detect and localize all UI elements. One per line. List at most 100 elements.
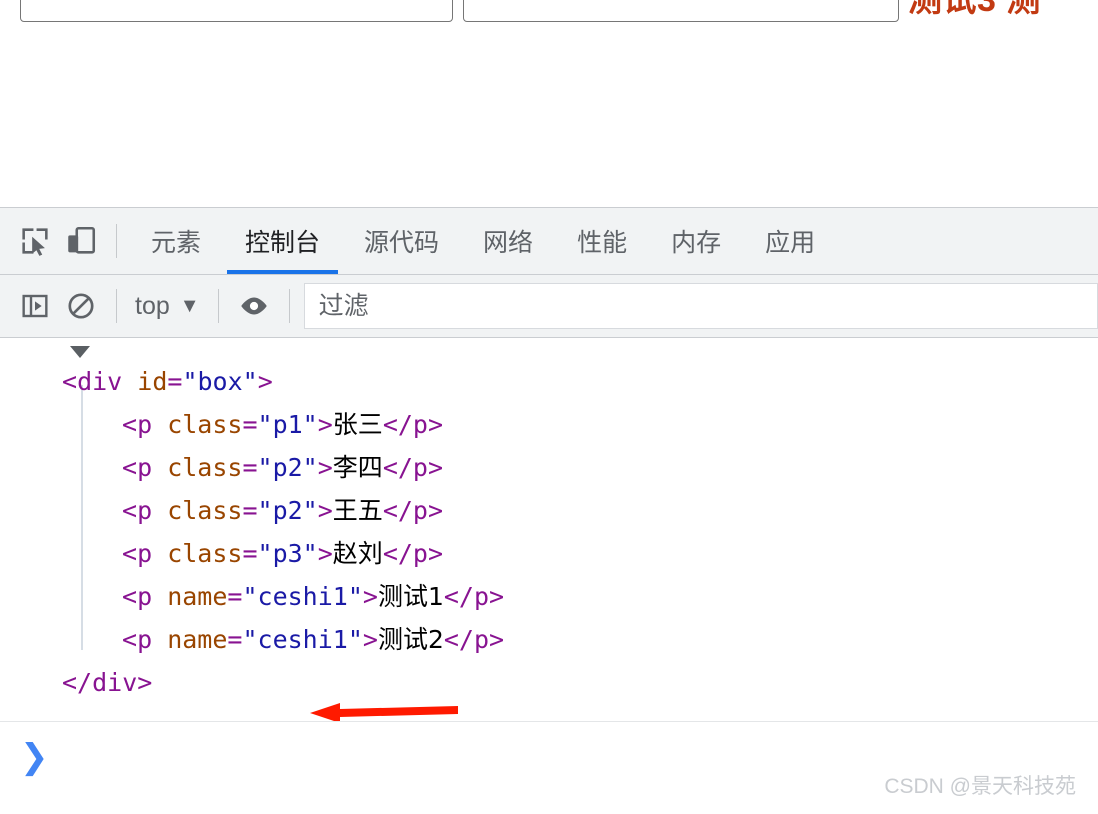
- code-token-val: "p3": [257, 539, 318, 568]
- tab-elements[interactable]: 元素: [129, 208, 223, 274]
- page-heading-text: 测试3 测: [908, 0, 1041, 19]
- execution-context-dropdown[interactable]: top ▼: [129, 292, 206, 321]
- tab-memory-label: 内存: [671, 229, 722, 257]
- device-toolbar-icon[interactable]: [58, 218, 104, 264]
- code-token-punct: </: [382, 539, 413, 568]
- code-token-punct: <: [122, 625, 138, 654]
- console-toolbar: top ▼: [0, 275, 1098, 338]
- tab-console[interactable]: 控制台: [223, 208, 342, 274]
- dom-log-line: <p class="p2">王五</p>: [0, 489, 1098, 532]
- code-token-punct: >: [317, 410, 333, 439]
- code-token-punct: </: [382, 410, 413, 439]
- code-token-tag: div: [77, 367, 123, 396]
- code-token-punct: </: [443, 582, 474, 611]
- code-token-val: "ceshi1": [242, 582, 363, 611]
- inspect-element-icon[interactable]: [12, 218, 58, 264]
- code-token-punct: >: [427, 496, 444, 525]
- console-toolbar-divider-2: [217, 289, 219, 323]
- code-token-tag: p: [137, 410, 153, 439]
- code-token-text: 测试1: [377, 582, 444, 611]
- code-token-text: 测试2: [377, 625, 444, 654]
- tab-network-label: 网络: [483, 229, 534, 257]
- console-filter-input[interactable]: [303, 283, 1098, 329]
- dom-log-line: <p class="p3">赵刘</p>: [0, 532, 1098, 575]
- code-token-punct: >: [317, 453, 333, 482]
- code-token-punct: <: [122, 539, 138, 568]
- code-token-punct: <: [122, 496, 138, 525]
- code-token-tag: p: [412, 539, 428, 568]
- code-token-tag: p: [473, 582, 490, 611]
- code-token-punct: =: [227, 582, 243, 611]
- console-command-input[interactable]: [62, 741, 1098, 773]
- code-token-attr: class: [167, 539, 243, 568]
- tab-application-label: 应用: [765, 229, 816, 257]
- code-token-tag: p: [137, 625, 153, 654]
- code-token-punct: >: [427, 453, 444, 482]
- expand-collapse-triangle-icon[interactable]: [70, 346, 90, 358]
- tab-performance[interactable]: 性能: [555, 208, 649, 274]
- code-token-text: 李四: [332, 453, 383, 482]
- code-token-punct: >: [317, 496, 333, 525]
- code-token-punct: >: [427, 410, 444, 439]
- text-input-one[interactable]: [20, 0, 453, 22]
- code-token-attr: name: [167, 582, 228, 611]
- code-token-attr: name: [167, 625, 228, 654]
- code-token-tag: p: [137, 453, 153, 482]
- code-token-attr: class: [167, 496, 243, 525]
- dom-log-line: <p name="ceshi1">测试2</p>: [0, 618, 1098, 661]
- web-page-content: 测试3 测: [0, 0, 1098, 207]
- tab-network[interactable]: 网络: [461, 208, 555, 274]
- code-token-punct: <: [122, 410, 138, 439]
- code-token-punct: =: [242, 410, 258, 439]
- console-sidebar-icon[interactable]: [12, 283, 58, 329]
- csdn-watermark: CSDN @景天科技苑: [884, 775, 1076, 798]
- code-token-tag: p: [137, 582, 153, 611]
- code-token-tag: p: [412, 496, 428, 525]
- code-token-punct: =: [167, 367, 183, 396]
- code-token-punct: <: [122, 453, 138, 482]
- dom-log-line: <div id="box">: [0, 360, 1098, 403]
- code-token-punct: =: [227, 625, 243, 654]
- code-token-punct: </: [382, 496, 413, 525]
- dom-log-line: <p class="p1">张三</p>: [0, 403, 1098, 446]
- console-toolbar-divider-1: [116, 289, 117, 323]
- code-token-punct: </: [62, 668, 93, 697]
- code-token-val: "ceshi1": [242, 625, 363, 654]
- tab-sources[interactable]: 源代码: [342, 208, 461, 274]
- code-token-tag: p: [473, 625, 490, 654]
- tab-performance-label: 性能: [577, 229, 628, 257]
- devtools-tabbar: 元素 控制台 源代码 网络 性能 内存 应用: [0, 208, 1098, 275]
- code-token-val: "box": [182, 367, 258, 396]
- code-token-val: "p2": [257, 496, 318, 525]
- tab-memory[interactable]: 内存: [649, 208, 743, 274]
- code-token-tag: p: [412, 453, 428, 482]
- code-token-tag: p: [137, 539, 153, 568]
- dom-log-line: <p class="p2">李四</p>: [0, 446, 1098, 489]
- tab-application[interactable]: 应用: [743, 208, 837, 274]
- live-expression-eye-icon[interactable]: [231, 283, 277, 329]
- code-token-text: 王五: [332, 496, 383, 525]
- code-token-punct: >: [257, 367, 273, 396]
- code-token-punct: </: [443, 625, 474, 654]
- dom-log-line: <p name="ceshi1">测试1</p>: [0, 575, 1098, 618]
- text-input-two[interactable]: [463, 0, 899, 22]
- clear-console-icon[interactable]: [58, 283, 104, 329]
- code-token-punct: >: [362, 625, 378, 654]
- chevron-down-icon: ▼: [179, 294, 200, 317]
- dom-node-log: <div id="box"> <p class="p1">张三</p> <p cla…: [0, 360, 1098, 704]
- code-token-text: 张三: [332, 410, 383, 439]
- tab-sources-label: 源代码: [364, 229, 440, 257]
- code-token-tag: div: [92, 668, 138, 697]
- toolbar-divider: [116, 224, 117, 258]
- code-token-tag: p: [412, 410, 428, 439]
- code-token-punct: <: [62, 367, 78, 396]
- console-toolbar-divider-3: [288, 289, 290, 323]
- code-token-val: "p1": [257, 410, 318, 439]
- code-token-punct: =: [242, 539, 258, 568]
